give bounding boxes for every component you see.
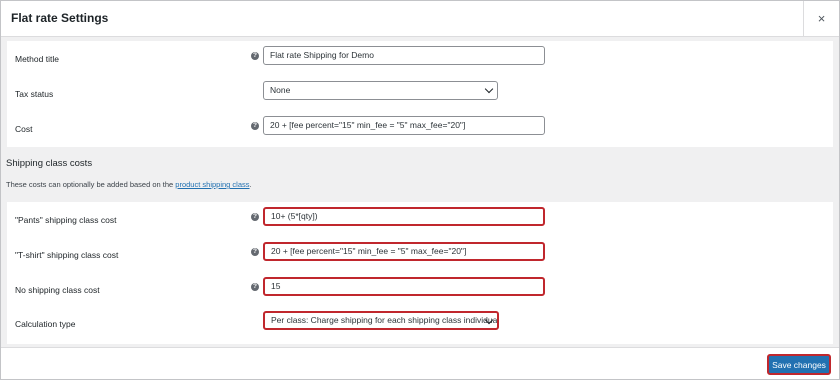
no-class-cost-row: No shipping class cost ? 15 [7, 272, 833, 306]
help-icon[interactable]: ? [251, 283, 259, 291]
method-title-label: Method title [15, 54, 59, 64]
flat-rate-settings-modal: Flat rate Settings × Method title ? Flat… [0, 0, 840, 380]
pants-cost-label: "Pants" shipping class cost [15, 215, 117, 225]
close-button[interactable]: × [803, 1, 839, 36]
modal-title: Flat rate Settings [11, 11, 109, 25]
calculation-type-label: Calculation type [15, 319, 76, 329]
tax-status-row: Tax status None [7, 76, 833, 110]
cost-row: Cost ? 20 + [fee percent="15" min_fee = … [7, 111, 833, 145]
method-title-input[interactable]: Flat rate Shipping for Demo [263, 46, 545, 65]
close-icon: × [817, 11, 826, 26]
tshirt-cost-input[interactable]: 20 + [fee percent="15" min_fee = "5" max… [263, 242, 545, 261]
modal-footer: Save changes [1, 347, 839, 379]
shipping-class-costs-heading: Shipping class costs [6, 158, 93, 169]
calculation-type-value: Per class: Charge shipping for each ship… [271, 315, 499, 325]
tax-status-value: None [270, 85, 291, 95]
help-icon[interactable]: ? [251, 248, 259, 256]
shipping-class-description: These costs can optionally be added base… [6, 180, 252, 189]
chevron-down-icon [484, 84, 494, 94]
calculation-type-select[interactable]: Per class: Charge shipping for each ship… [263, 311, 499, 330]
tshirt-cost-label: "T-shirt" shipping class cost [15, 250, 119, 260]
general-settings-panel: Method title ? Flat rate Shipping for De… [7, 41, 833, 147]
method-title-row: Method title ? Flat rate Shipping for De… [7, 41, 833, 75]
no-class-cost-input[interactable]: 15 [263, 277, 545, 296]
tax-status-label: Tax status [15, 89, 54, 99]
help-icon[interactable]: ? [251, 122, 259, 130]
pants-cost-row: "Pants" shipping class cost ? 10+ (5*[qt… [7, 202, 833, 236]
no-class-cost-label: No shipping class cost [15, 285, 100, 295]
help-icon[interactable]: ? [251, 213, 259, 221]
cost-input[interactable]: 20 + [fee percent="15" min_fee = "5" max… [263, 116, 545, 135]
modal-header: Flat rate Settings × [1, 1, 839, 37]
calculation-type-row: Calculation type Per class: Charge shipp… [7, 306, 833, 340]
shipping-class-panel: "Pants" shipping class cost ? 10+ (5*[qt… [7, 202, 833, 344]
modal-body: Method title ? Flat rate Shipping for De… [1, 37, 839, 347]
tax-status-select[interactable]: None [263, 81, 498, 100]
save-changes-button[interactable]: Save changes [767, 354, 831, 375]
help-icon[interactable]: ? [251, 52, 259, 60]
cost-label: Cost [15, 124, 33, 134]
tshirt-cost-row: "T-shirt" shipping class cost ? 20 + [fe… [7, 237, 833, 271]
product-shipping-class-link[interactable]: product shipping class [175, 180, 249, 189]
pants-cost-input[interactable]: 10+ (5*[qty]) [263, 207, 545, 226]
